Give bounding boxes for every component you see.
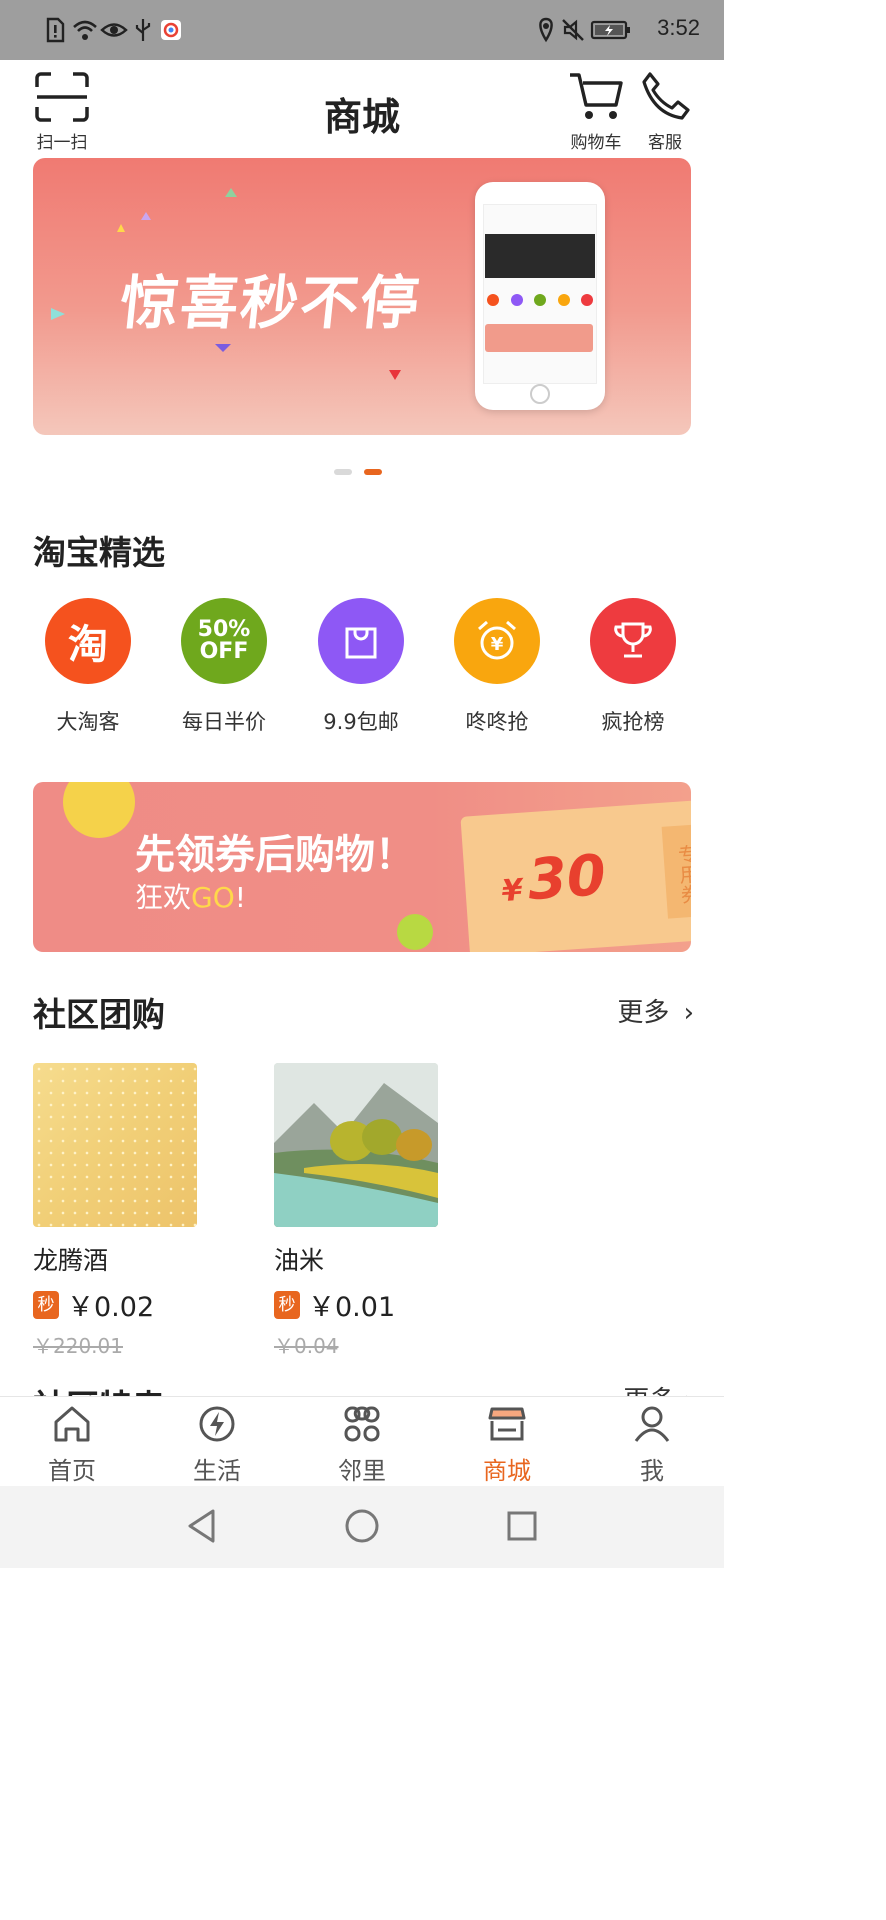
customer-service-label: 客服 — [648, 133, 682, 153]
home-icon — [54, 1406, 90, 1442]
pick-free-shipping[interactable]: 9.9包邮 — [301, 598, 421, 736]
chevron-right-icon: › — [683, 998, 694, 1028]
group-buy-item[interactable]: 龙腾酒 秒 ￥0.02 ￥220.01 — [33, 1063, 198, 1359]
product-image-landscape — [274, 1063, 438, 1227]
coupon-stub: 专用券 — [661, 824, 691, 919]
group-buy-more-link[interactable]: 更多 › — [617, 992, 694, 1029]
nav-home[interactable]: 首页 — [17, 1403, 127, 1486]
nav-label: 我 — [640, 1457, 664, 1485]
taobao-picks: 淘 大淘客 50% OFF 每日半价 9.9包邮 ¥ 咚咚抢 疯抢榜 — [33, 598, 691, 738]
cart-label: 购物车 — [570, 133, 622, 153]
nav-neighbors[interactable]: 邻里 — [307, 1403, 417, 1486]
wifi-icon — [73, 20, 97, 40]
pick-daily-half-price[interactable]: 50% OFF 每日半价 — [164, 598, 284, 736]
system-navigation-bar — [0, 1486, 724, 1568]
original-price: ￥0.04 — [274, 1334, 339, 1358]
coupon-banner[interactable]: 先领券后购物！ 狂欢GO! ¥30 专用券 — [33, 782, 691, 952]
app-header: 扫一扫 商城 购物车 客服 — [0, 60, 724, 158]
product-price: 秒 ￥0.01 — [274, 1285, 439, 1324]
back-icon[interactable] — [185, 1508, 219, 1544]
coupon-headline: 先领券后购物！ — [135, 832, 415, 878]
cart-button[interactable]: 购物车 — [562, 70, 630, 154]
battery-icon — [590, 20, 630, 40]
nav-label: 邻里 — [338, 1457, 386, 1485]
product-name: 龙腾酒 — [33, 1246, 109, 1275]
nav-store-active[interactable]: 商城 — [452, 1403, 562, 1486]
status-bar: 3:52 — [0, 0, 724, 60]
original-price: ￥220.01 — [33, 1334, 123, 1358]
pick-dongdong-grab[interactable]: ¥ 咚咚抢 — [437, 598, 557, 736]
phone-home-button — [530, 384, 550, 404]
usb-icon — [135, 19, 151, 41]
group-buy-item[interactable]: 油米 秒 ￥0.01 ￥0.04 — [274, 1063, 439, 1359]
location-icon — [539, 17, 553, 43]
nav-me[interactable]: 我 — [597, 1403, 707, 1486]
nav-label: 商城 — [483, 1457, 531, 1485]
confetti — [225, 188, 237, 197]
app-notification-icon — [161, 20, 181, 40]
pick-label: 每日半价 — [182, 710, 266, 734]
phone-screen-banner — [485, 234, 595, 278]
banner-headline: 惊喜秒不停 — [116, 269, 425, 337]
cart-icon — [570, 73, 623, 119]
product-image-liquor — [33, 1063, 197, 1227]
confetti — [117, 224, 125, 232]
pick-label: 大淘客 — [56, 710, 120, 734]
pick-label: 9.9包邮 — [323, 710, 399, 734]
decor-blob — [397, 914, 433, 950]
nav-label: 首页 — [48, 1457, 96, 1485]
pick-dataoke[interactable]: 淘 大淘客 — [28, 598, 148, 736]
taobao-icon: 淘 — [45, 598, 131, 684]
flash-sale-badge: 秒 — [33, 1290, 59, 1319]
confetti — [141, 212, 151, 220]
user-icon — [634, 1406, 670, 1442]
coupon-ticket: ¥30 专用券 — [460, 799, 691, 952]
pick-top-list[interactable]: 疯抢榜 — [573, 598, 693, 736]
eye-icon — [100, 23, 128, 37]
phone-screen-coupon — [485, 324, 593, 352]
half-off-icon: 50% OFF — [181, 598, 267, 684]
sim-alert-icon — [46, 17, 65, 43]
confetti — [215, 344, 231, 352]
recents-icon[interactable] — [506, 1510, 538, 1542]
phone-mockup — [475, 182, 605, 410]
taobao-section-title: 淘宝精选 — [33, 533, 165, 572]
mute-icon — [562, 19, 584, 41]
svg-text:¥: ¥ — [491, 634, 504, 655]
alarm-clock-icon: ¥ — [454, 598, 540, 684]
neighbors-icon — [344, 1406, 380, 1442]
bottom-navigation: 首页 生活 邻里 商城 我 — [0, 1396, 724, 1486]
clock: 3:52 — [657, 15, 700, 40]
pick-label: 疯抢榜 — [601, 710, 665, 734]
confetti — [51, 308, 65, 320]
product-name: 油米 — [274, 1246, 325, 1275]
lightning-icon — [199, 1406, 235, 1442]
decor-blob — [63, 782, 135, 838]
shopping-bag-icon — [318, 598, 404, 684]
trophy-icon — [590, 598, 676, 684]
phone-icon — [642, 72, 690, 120]
coupon-amount: ¥30 — [500, 842, 608, 914]
phone-screen-icons — [487, 294, 593, 310]
store-icon — [488, 1407, 526, 1441]
customer-service-button[interactable]: 客服 — [634, 70, 696, 154]
promo-banner[interactable]: 惊喜秒不停 — [33, 158, 691, 435]
home-circle-icon[interactable] — [344, 1508, 380, 1544]
nav-life[interactable]: 生活 — [162, 1403, 272, 1486]
pagination-dot-active[interactable] — [364, 469, 382, 475]
pagination-dot[interactable] — [334, 469, 352, 475]
more-label: 更多 — [617, 998, 670, 1028]
pick-label: 咚咚抢 — [465, 710, 529, 734]
confetti — [389, 370, 401, 380]
group-buy-title: 社区团购 — [33, 995, 165, 1034]
product-price: 秒 ￥0.02 — [33, 1285, 198, 1324]
nav-label: 生活 — [193, 1457, 241, 1485]
flash-sale-badge: 秒 — [274, 1290, 300, 1319]
coupon-subline: 狂欢GO! — [135, 881, 246, 914]
